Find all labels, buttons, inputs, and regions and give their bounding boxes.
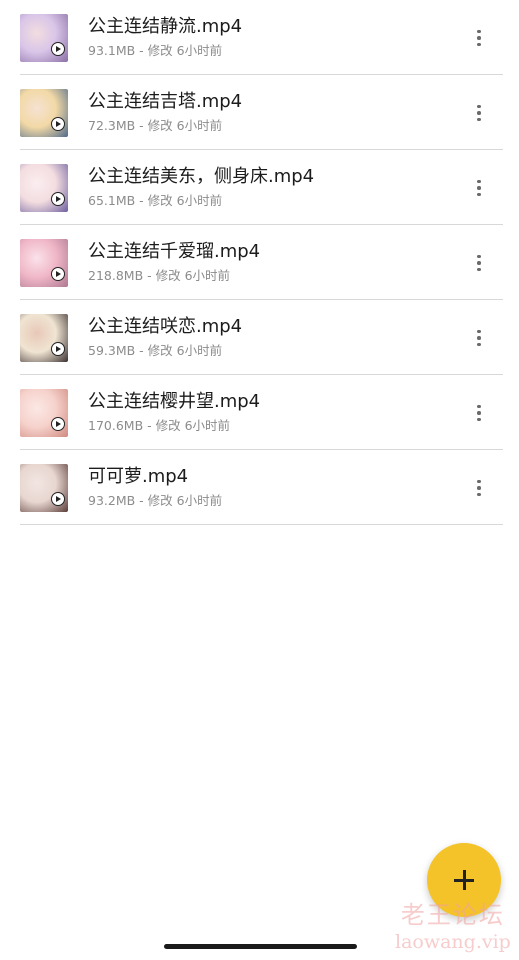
more-options-icon[interactable] (467, 97, 491, 129)
play-icon (51, 117, 65, 131)
video-thumbnail (20, 89, 68, 137)
file-name: 公主连结千爱瑠.mp4 (88, 241, 261, 262)
file-name: 公主连结吉塔.mp4 (88, 91, 243, 112)
file-row[interactable]: 公主连结美东，侧身床.mp4 65.1MB - 修改 6小时前 (20, 150, 503, 225)
file-meta: 72.3MB - 修改 6小时前 (88, 118, 223, 133)
video-thumbnail (20, 389, 68, 437)
file-meta: 93.2MB - 修改 6小时前 (88, 493, 223, 508)
video-thumbnail (20, 239, 68, 287)
more-options-icon[interactable] (467, 247, 491, 279)
play-icon (51, 192, 65, 206)
play-icon (51, 42, 65, 56)
file-meta: 59.3MB - 修改 6小时前 (88, 343, 223, 358)
file-meta: 65.1MB - 修改 6小时前 (88, 193, 223, 208)
video-thumbnail (20, 464, 68, 512)
file-row[interactable]: 公主连结吉塔.mp4 72.3MB - 修改 6小时前 (20, 75, 503, 150)
watermark-title: 老王论坛 (400, 901, 505, 929)
file-meta: 93.1MB - 修改 6小时前 (88, 43, 223, 58)
file-name: 可可萝.mp4 (88, 466, 189, 487)
file-row[interactable]: 公主连结咲恋.mp4 59.3MB - 修改 6小时前 (20, 300, 503, 375)
video-thumbnail (20, 14, 68, 62)
watermark: 老王论坛 laowang.vip (395, 900, 511, 954)
watermark-url: laowang.vip (395, 931, 511, 953)
more-options-icon[interactable] (467, 322, 491, 354)
file-row[interactable]: 可可萝.mp4 93.2MB - 修改 6小时前 (20, 450, 503, 525)
more-options-icon[interactable] (467, 397, 491, 429)
file-list: 公主连结静流.mp4 93.1MB - 修改 6小时前 公主连结吉塔.mp4 7… (0, 0, 519, 525)
play-icon (51, 267, 65, 281)
file-name: 公主连结咲恋.mp4 (88, 316, 243, 337)
file-name: 公主连结樱井望.mp4 (88, 391, 261, 412)
video-thumbnail (20, 314, 68, 362)
play-icon (51, 417, 65, 431)
file-row[interactable]: 公主连结樱井望.mp4 170.6MB - 修改 6小时前 (20, 375, 503, 450)
file-name: 公主连结静流.mp4 (88, 16, 243, 37)
play-icon (51, 342, 65, 356)
more-options-icon[interactable] (467, 172, 491, 204)
video-thumbnail (20, 164, 68, 212)
file-row[interactable]: 公主连结千爱瑠.mp4 218.8MB - 修改 6小时前 (20, 225, 503, 300)
more-options-icon[interactable] (467, 472, 491, 504)
file-row[interactable]: 公主连结静流.mp4 93.1MB - 修改 6小时前 (20, 0, 503, 75)
file-name: 公主连结美东，侧身床.mp4 (88, 166, 315, 187)
file-meta: 218.8MB - 修改 6小时前 (88, 268, 231, 283)
file-meta: 170.6MB - 修改 6小时前 (88, 418, 231, 433)
play-icon (51, 492, 65, 506)
more-options-icon[interactable] (467, 22, 491, 54)
home-indicator[interactable] (164, 944, 357, 949)
plus-icon (454, 870, 474, 890)
